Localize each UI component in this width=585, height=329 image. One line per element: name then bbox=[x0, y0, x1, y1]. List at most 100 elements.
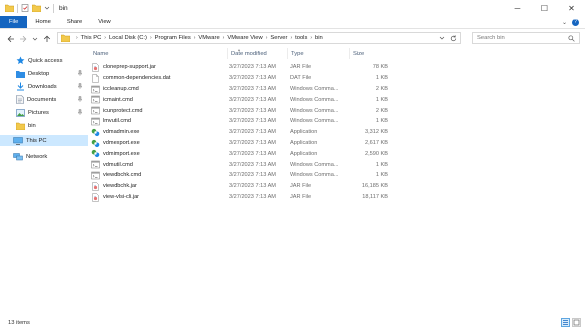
window-title: bin bbox=[59, 4, 68, 12]
close-button[interactable]: ✕ bbox=[558, 0, 585, 16]
search-placeholder: Search bin bbox=[477, 35, 505, 41]
search-box[interactable]: Search bin bbox=[472, 32, 580, 44]
file-row[interactable]: lmvutil.cmd 3/27/2023 7:13 AM Windows Comm… bbox=[90, 116, 390, 127]
details-view-button[interactable] bbox=[561, 318, 570, 327]
file-type: Windows Comma... bbox=[290, 161, 339, 168]
file-type: Windows Comma... bbox=[290, 118, 339, 125]
downloads-folder-icon bbox=[17, 82, 24, 91]
nav-item-bin[interactable]: bin bbox=[0, 120, 88, 131]
file-row[interactable]: iccleanup.cmd 3/27/2023 7:13 AM Windows Co… bbox=[90, 84, 390, 95]
jar-file-icon bbox=[91, 63, 100, 72]
nav-item-pictures[interactable]: Pictures bbox=[0, 107, 88, 118]
file-size: 1 KB bbox=[375, 75, 388, 82]
maximize-button[interactable]: ☐ bbox=[531, 0, 558, 16]
file-row[interactable]: icmaint.cmd 3/27/2023 7:13 AM Windows Comm… bbox=[90, 94, 390, 105]
column-header-date-modified[interactable]: Date modified bbox=[227, 48, 287, 59]
file-date-modified: 3/27/2023 7:13 AM bbox=[229, 107, 276, 114]
file-row[interactable]: view-vlsi-cli.jar 3/27/2023 7:13 AM JAR Fi… bbox=[90, 192, 390, 203]
file-size: 2 KB bbox=[375, 85, 388, 92]
breadcrumb-server[interactable]: Server › bbox=[270, 35, 295, 41]
file-name: iccleanup.cmd bbox=[103, 85, 139, 92]
pin-icon[interactable] bbox=[77, 95, 83, 104]
up-button[interactable] bbox=[41, 33, 53, 45]
recent-locations-button[interactable] bbox=[29, 33, 41, 45]
breadcrumb-vmware[interactable]: VMware › bbox=[198, 35, 227, 41]
file-date-modified: 3/27/2023 7:13 AM bbox=[229, 85, 276, 92]
breadcrumb-program-files[interactable]: Program Files › bbox=[155, 35, 199, 41]
nav-item-desktop[interactable]: Desktop bbox=[0, 68, 88, 79]
star-icon bbox=[16, 56, 25, 65]
large-icons-view-button[interactable] bbox=[572, 318, 581, 327]
pin-icon[interactable] bbox=[77, 108, 83, 117]
column-header-name[interactable]: Name bbox=[90, 48, 227, 59]
column-header-type[interactable]: Type bbox=[287, 48, 349, 59]
nav-item-network[interactable]: Network bbox=[0, 151, 88, 162]
pin-icon[interactable] bbox=[77, 69, 83, 78]
file-row[interactable]: viewdbchk.jar 3/27/2023 7:13 AM JAR File 16… bbox=[90, 181, 390, 192]
cmd-file-icon bbox=[91, 160, 100, 169]
tab-file[interactable]: File bbox=[0, 16, 28, 28]
column-header-size[interactable]: Size bbox=[349, 48, 391, 59]
file-explorer-window: bin ─ ☐ ✕ File Home Share View ⌄ ? › Thi… bbox=[0, 0, 585, 329]
nav-item-quick-access[interactable]: Quick access bbox=[0, 55, 88, 66]
customize-toolbar-chevron-icon[interactable] bbox=[44, 4, 50, 12]
nav-item-downloads[interactable]: Downloads bbox=[0, 81, 88, 92]
jar-file-icon bbox=[91, 192, 100, 202]
file-date-modified: 3/27/2023 7:13 AM bbox=[229, 75, 276, 82]
address-bar[interactable]: › This PC › Local Disk (C:) › Program File… bbox=[57, 32, 461, 44]
large-icons-view-icon bbox=[573, 319, 580, 326]
file-row[interactable]: vdmexport.exe 3/27/2023 7:13 AM Applicatio… bbox=[90, 138, 390, 149]
documents-folder-icon bbox=[16, 95, 24, 104]
expand-ribbon-chevron-icon[interactable]: ⌄ bbox=[562, 19, 567, 26]
breadcrumb-vmware-view[interactable]: VMware View › bbox=[227, 35, 270, 41]
ribbon-right-controls: ⌄ ? bbox=[562, 16, 585, 28]
toolbar-divider bbox=[53, 3, 54, 13]
file-type: Application bbox=[290, 129, 318, 136]
nav-item-this-pc[interactable]: This PC bbox=[0, 135, 88, 146]
refresh-icon[interactable] bbox=[450, 34, 457, 42]
breadcrumb-tools[interactable]: tools › bbox=[295, 35, 315, 41]
file-type: Windows Comma... bbox=[290, 96, 339, 103]
file-row[interactable]: vdmutil.cmd 3/27/2023 7:13 AM Windows Comm… bbox=[90, 159, 390, 170]
file-size: 1 KB bbox=[375, 161, 388, 168]
file-size: 1 KB bbox=[375, 118, 388, 125]
file-size: 78 KB bbox=[372, 64, 388, 71]
breadcrumb-separator[interactable]: › bbox=[73, 35, 81, 41]
file-size: 1 KB bbox=[375, 172, 388, 179]
help-icon[interactable]: ? bbox=[572, 18, 579, 26]
pin-icon[interactable] bbox=[77, 82, 83, 91]
file-row[interactable]: vdmadmin.exe 3/27/2023 7:13 AM Application… bbox=[90, 127, 390, 138]
desktop-folder-icon bbox=[16, 70, 25, 78]
navigation-pane: Quick access Desktop Downloads Documents… bbox=[0, 48, 88, 316]
file-row[interactable]: cloneprep-support.jar 3/27/2023 7:13 AM JA… bbox=[90, 62, 390, 73]
up-arrow-icon bbox=[43, 35, 51, 42]
nav-item-documents[interactable]: Documents bbox=[0, 94, 88, 105]
back-arrow-icon bbox=[7, 35, 14, 42]
file-row[interactable]: common-dependencies.dat 3/27/2023 7:13 AM… bbox=[90, 73, 390, 84]
title-bar: bin ─ ☐ ✕ bbox=[0, 0, 585, 16]
file-date-modified: 3/27/2023 7:13 AM bbox=[229, 96, 276, 103]
minimize-button[interactable]: ─ bbox=[504, 0, 531, 16]
breadcrumb-bin[interactable]: bin bbox=[315, 35, 323, 41]
file-date-modified: 3/27/2023 7:13 AM bbox=[229, 150, 276, 157]
tab-home[interactable]: Home bbox=[27, 16, 58, 28]
file-type: Application bbox=[290, 150, 318, 157]
new-folder-icon[interactable] bbox=[32, 4, 41, 12]
file-name: icunprotect.cmd bbox=[103, 107, 143, 114]
file-row[interactable]: vdmimport.exe 3/27/2023 7:13 AM Applicatio… bbox=[90, 148, 390, 159]
breadcrumb-local-disk[interactable]: Local Disk (C:) › bbox=[109, 35, 155, 41]
tab-share[interactable]: Share bbox=[59, 16, 90, 28]
file-row[interactable]: viewdbchk.cmd 3/27/2023 7:13 AM Windows Co… bbox=[90, 170, 390, 181]
tab-view[interactable]: View bbox=[90, 16, 118, 28]
address-dropdown-chevron-icon[interactable] bbox=[439, 35, 445, 41]
properties-icon[interactable] bbox=[21, 4, 29, 12]
file-name: lmvutil.cmd bbox=[103, 118, 131, 125]
quick-access-toolbar bbox=[0, 0, 54, 16]
back-button[interactable] bbox=[5, 33, 17, 45]
forward-button[interactable] bbox=[17, 33, 29, 45]
file-size: 16,185 KB bbox=[361, 183, 388, 190]
breadcrumb-this-pc[interactable]: This PC › bbox=[81, 35, 109, 41]
file-row[interactable]: icunprotect.cmd 3/27/2023 7:13 AM Windows … bbox=[90, 105, 390, 116]
window-controls: ─ ☐ ✕ bbox=[504, 0, 585, 16]
file-name: viewdbchk.cmd bbox=[103, 172, 142, 179]
